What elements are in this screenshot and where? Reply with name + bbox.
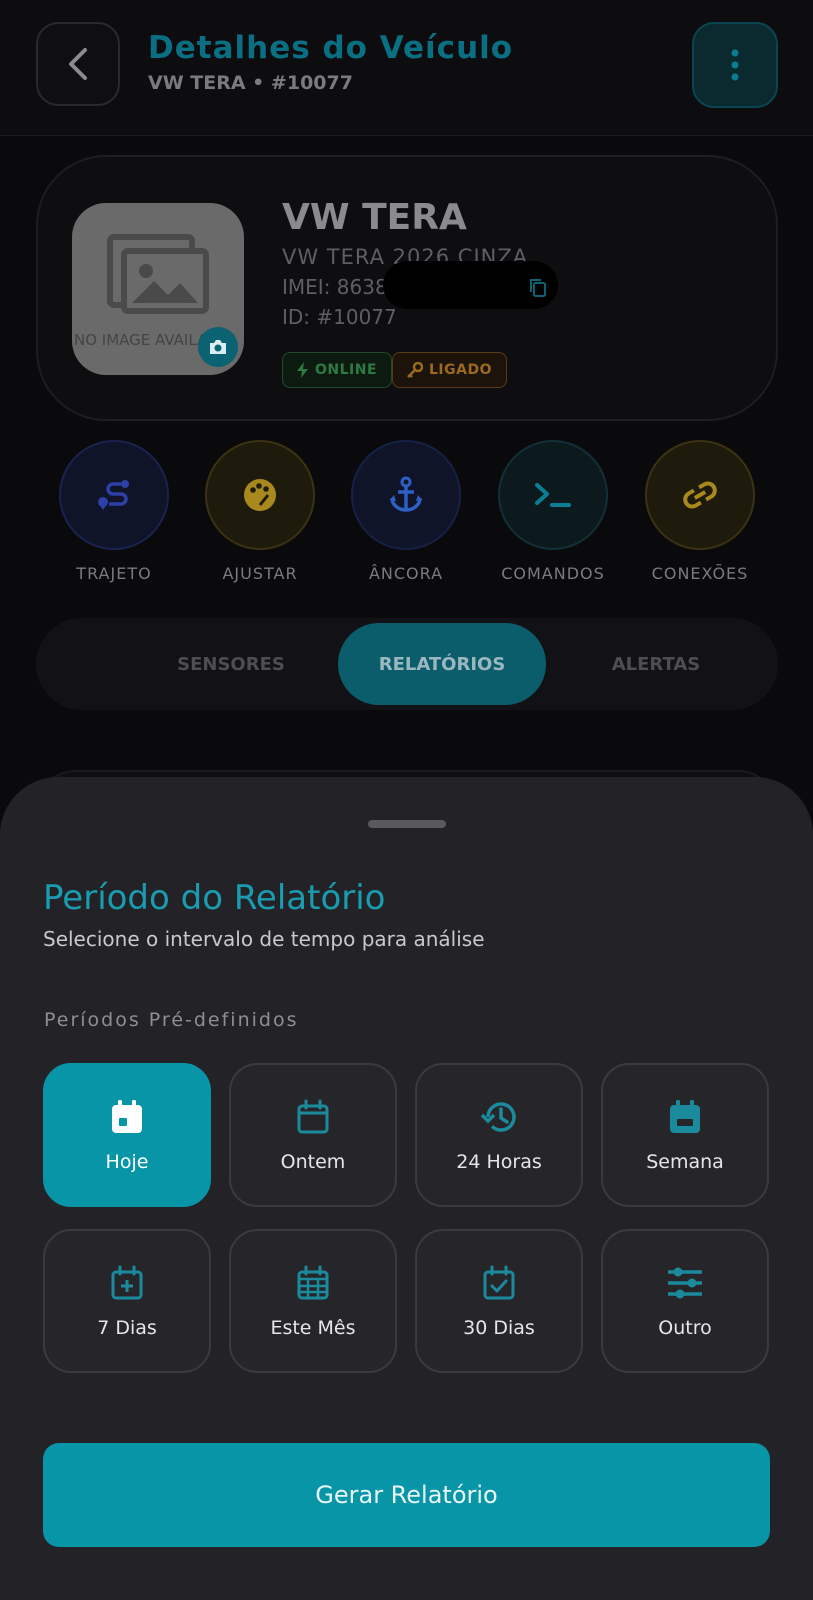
period-label: 7 Dias [97, 1317, 157, 1339]
calendar-icon [297, 1099, 329, 1134]
period-7-dias[interactable]: 7 Dias [43, 1229, 211, 1373]
back-button[interactable] [36, 22, 120, 106]
action-ancora[interactable]: ÂNCORA [351, 440, 461, 583]
period-label: 24 Horas [456, 1151, 542, 1173]
action-label: AJUSTAR [222, 564, 298, 583]
status-badge-ligado: LIGADO [392, 352, 507, 388]
vehicle-card: NO IMAGE AVAILABLE VW TERA VW TERA 2026 … [36, 155, 778, 421]
more-vertical-icon [731, 49, 739, 81]
generate-report-button[interactable]: Gerar Relatório [43, 1443, 770, 1547]
sheet-subtitle: Selecione o intervalo de tempo para anál… [43, 927, 485, 951]
section-label: Períodos Pré-definidos [44, 1009, 299, 1031]
route-icon [98, 480, 129, 510]
action-conexoes[interactable]: CONEXÕES [645, 440, 755, 583]
lightning-icon [297, 362, 308, 378]
period-label: Semana [646, 1151, 724, 1173]
period-ontem[interactable]: Ontem [229, 1063, 397, 1207]
period-label: Este Mês [270, 1317, 356, 1339]
calendar-plus-icon [111, 1265, 143, 1300]
action-ajustar[interactable]: AJUSTAR [205, 440, 315, 583]
history-icon [480, 1102, 516, 1132]
app-header: Detalhes do Veículo VW TERA • #10077 [0, 0, 813, 136]
period-label: 30 Dias [463, 1317, 535, 1339]
action-label: TRAJETO [76, 564, 152, 583]
action-comandos[interactable]: COMANDOS [498, 440, 608, 583]
camera-icon [210, 340, 226, 354]
terminal-icon [535, 483, 571, 507]
calendar-month-icon [297, 1265, 329, 1300]
period-24-horas[interactable]: 24 Horas [415, 1063, 583, 1207]
image-placeholder-icon [107, 234, 209, 314]
period-30-dias[interactable]: 30 Dias [415, 1229, 583, 1373]
action-label: ÂNCORA [368, 564, 444, 583]
vehicle-id: ID: #10077 [282, 305, 397, 329]
period-label: Ontem [280, 1151, 346, 1173]
action-trajeto[interactable]: TRAJETO [59, 440, 169, 583]
tab-alertas[interactable]: ALERTAS [556, 618, 756, 710]
copy-icon[interactable] [528, 277, 548, 299]
sliders-icon [668, 1267, 702, 1299]
key-icon [407, 362, 423, 378]
vehicle-name: VW TERA [282, 197, 467, 238]
period-label: Hoje [105, 1151, 149, 1173]
sheet-drag-handle[interactable] [368, 820, 446, 828]
page-title: Detalhes do Veículo [148, 30, 514, 66]
link-icon [683, 481, 717, 509]
imei-text: IMEI: 8638 [282, 275, 388, 299]
camera-button[interactable] [198, 327, 238, 367]
calendar-week-icon [670, 1100, 700, 1133]
calendar-check-icon [483, 1265, 515, 1300]
status-badge-online: ONLINE [282, 352, 393, 388]
vehicle-details-screen: Detalhes do Veículo VW TERA • #10077 NO … [0, 0, 813, 1600]
action-label: CONEXÕES [651, 564, 749, 583]
palette-icon [244, 479, 276, 511]
period-outro[interactable]: Outro [601, 1229, 769, 1373]
more-menu-button[interactable] [692, 22, 778, 108]
report-period-sheet: Período do Relatório Selecione o interva… [0, 777, 813, 1600]
anchor-icon [390, 476, 422, 512]
tab-sensores[interactable]: SENSORES [136, 618, 326, 710]
period-hoje[interactable]: Hoje [43, 1063, 211, 1207]
chevron-left-icon [69, 48, 87, 80]
period-semana[interactable]: Semana [601, 1063, 769, 1207]
tab-bar: SENSORES RELATÓRIOS ALERTAS [36, 618, 778, 710]
calendar-today-icon [112, 1100, 142, 1133]
tab-relatorios[interactable]: RELATÓRIOS [338, 623, 546, 705]
period-este-mes[interactable]: Este Mês [229, 1229, 397, 1373]
action-label: COMANDOS [501, 564, 605, 583]
page-subtitle: VW TERA • #10077 [148, 72, 353, 94]
sheet-title: Período do Relatório [43, 878, 386, 918]
period-label: Outro [658, 1317, 712, 1339]
